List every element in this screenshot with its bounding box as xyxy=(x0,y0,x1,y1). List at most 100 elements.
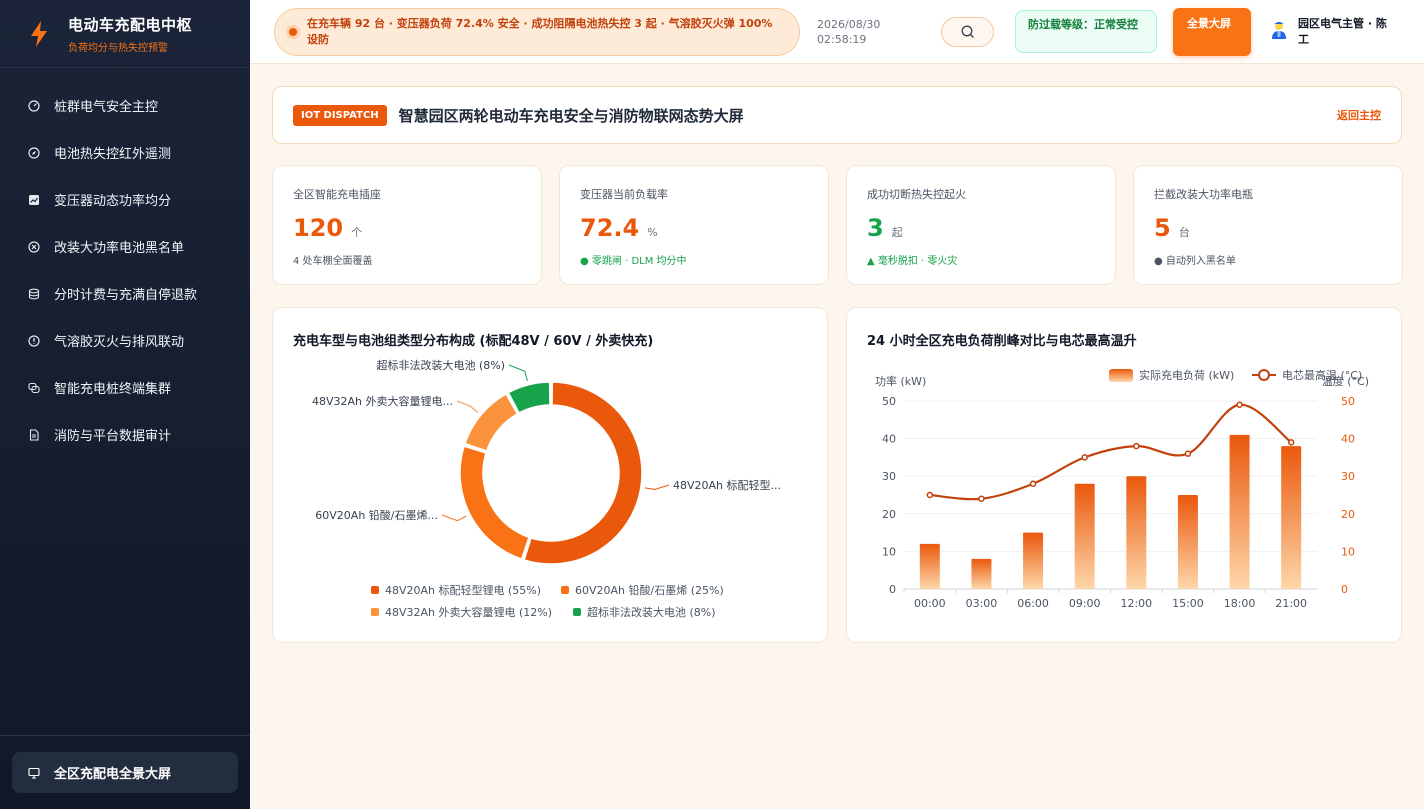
line-point xyxy=(1236,401,1243,409)
sidebar-item-power-balance[interactable]: 变压器动态功率均分 xyxy=(0,176,250,223)
y-tick-label: 50 xyxy=(882,395,896,408)
donut-slice xyxy=(523,381,643,565)
kpi-label: 全区智能充电插座 xyxy=(293,188,381,201)
y2-tick-label: 40 xyxy=(1341,433,1355,446)
y2-tick-label: 10 xyxy=(1341,545,1355,558)
legend-label: 48V20Ah 标配轻型锂电 (55%) xyxy=(385,584,542,597)
load-temperature-chart-panel: 24 小时全区充电负荷削峰对比与电芯最高温升 0 0 10 10 20 20 30 30 40 4… xyxy=(846,307,1402,643)
app-title: 电动车充配电中枢 xyxy=(68,15,193,34)
search-button[interactable] xyxy=(941,17,994,47)
sidebar-item-label: 全区充配电全景大屏 xyxy=(54,767,172,782)
legend-swatch xyxy=(561,586,569,594)
sidebar-nav: 桩群电气安全主控 电池热失控红外遥测 变压器动态功率均分 改装大功率电池黑名单 … xyxy=(0,68,250,458)
kpi-unit: % xyxy=(647,226,658,239)
y-tick-label: 10 xyxy=(882,545,896,558)
app-subtitle: 负荷均分与热失控预警 xyxy=(68,42,168,54)
legend-label: 电芯最高温 (°C) xyxy=(1282,368,1362,382)
kpi-note: ● 零跳闸 · DLM 均分中 xyxy=(580,256,687,267)
fullscreen-button[interactable]: 全景大屏 xyxy=(1173,8,1251,56)
alert-text: 在充车辆 92 台 · 变压器负荷 72.4% 安全 · 成功阻隔电池热失控 3… xyxy=(307,17,773,46)
user-profile[interactable]: 园区电气主管 · 陈工 xyxy=(1270,16,1394,48)
back-to-main-link[interactable]: 返回主控 xyxy=(1337,107,1381,123)
legend-swatch xyxy=(371,586,379,594)
alert-circle-icon xyxy=(28,334,40,347)
kpi-value: 120 xyxy=(293,214,344,242)
battery-type-chart-panel: 充电车型与电池组类型分布构成 (标配48V / 60V / 外卖快充) 48V2… xyxy=(272,307,828,643)
sidebar-item-pile-safety[interactable]: 桩群电气安全主控 xyxy=(0,82,250,129)
kpi-card-sockets: 全区智能充电插座 120 个 4 处车棚全面覆盖 xyxy=(272,165,542,285)
kpi-card-thermal-cutoff: 成功切断热失控起火 3起 ▲ 毫秒脱扣 · 零火灾 xyxy=(846,165,1116,285)
legend-item[interactable]: 60V20Ah 铅酸/石墨烯 (25%) xyxy=(561,582,724,598)
x-tick-label: 00:00 xyxy=(914,597,946,610)
sidebar-item-terminals[interactable]: 智能充电桩终端集群 xyxy=(0,364,250,411)
sidebar-item-label: 智能充电桩终端集群 xyxy=(54,382,172,397)
callout-line xyxy=(456,400,479,413)
lightning-icon xyxy=(31,20,47,47)
legend-swatch xyxy=(371,608,379,616)
sidebar-footer: 全区充配电全景大屏 xyxy=(0,735,250,809)
legend-item[interactable]: 48V32Ah 外卖大容量锂电 (12%) xyxy=(371,604,552,620)
kpi-value: 5 xyxy=(1154,214,1171,242)
compass-icon xyxy=(28,146,40,159)
sidebar-item-label: 改装大功率电池黑名单 xyxy=(54,241,185,256)
sidebar-item-overview-screen[interactable]: 全区充配电全景大屏 xyxy=(12,752,238,793)
y2-tick-label: 50 xyxy=(1341,395,1355,408)
chart-icon xyxy=(28,194,40,206)
kpi-label: 拦截改装大功率电瓶 xyxy=(1154,188,1253,201)
combo-chart: 0 010 1020 2030 3040 4050 50功率 (kW) 温度 (°C)00:0… xyxy=(875,368,1369,610)
sidebar-item-blacklist[interactable]: 改装大功率电池黑名单 xyxy=(0,223,250,270)
search-icon xyxy=(961,25,974,38)
kpi-note: ● 自动列入黑名单 xyxy=(1154,256,1236,267)
callout-line xyxy=(644,484,670,490)
y-tick-label: 0 xyxy=(889,583,896,596)
x-tick-label: 03:00 xyxy=(966,597,998,610)
kpi-card-transformer-load: 变压器当前负载率 72.4% ● 零跳闸 · DLM 均分中 xyxy=(559,165,829,285)
bar xyxy=(1281,446,1302,589)
y-tick-label: 30 xyxy=(882,470,896,483)
kpi-value: 72.4 xyxy=(580,214,640,242)
overload-status-badge: 防过载等级：正常受控 xyxy=(1015,10,1157,53)
legend-label: 60V20Ah 铅酸/石墨烯 (25%) xyxy=(575,584,724,597)
x-tick-label: 21:00 xyxy=(1275,597,1307,610)
legend-label: 实际充电负荷 (kW) xyxy=(1139,368,1234,382)
x-tick-label: 09:00 xyxy=(1069,597,1101,610)
bar xyxy=(1023,532,1044,589)
database-icon xyxy=(28,288,40,300)
line-point xyxy=(926,491,934,499)
line-point xyxy=(1287,439,1295,446)
iot-tag-badge: IOT DISPATCH xyxy=(293,104,387,126)
avatar xyxy=(1272,22,1286,39)
line-point xyxy=(1184,450,1192,457)
y-axis-title: 功率 (kW) xyxy=(875,374,926,388)
user-name: 园区电气主管 · 陈工 xyxy=(1298,17,1387,46)
legend-swatch-bar xyxy=(1109,369,1133,382)
sidebar-item-audit[interactable]: 消防与平台数据审计 xyxy=(0,411,250,458)
kpi-card-illegal-battery: 拦截改装大功率电瓶 5台 ● 自动列入黑名单 xyxy=(1133,165,1403,285)
sidebar-item-label: 消防与平台数据审计 xyxy=(54,429,172,444)
page-title-bar: IOT DISPATCH 智慧园区两轮电动车充电安全与消防物联网态势大屏 返回主… xyxy=(272,86,1402,144)
x-tick-label: 18:00 xyxy=(1224,597,1256,610)
sidebar-item-label: 变压器动态功率均分 xyxy=(54,194,172,209)
sidebar-item-label: 桩群电气安全主控 xyxy=(54,100,159,115)
y2-tick-label: 20 xyxy=(1341,508,1355,521)
donut-chart: 48V20Ah 标配轻型... 60V20Ah 铅酸/石墨烯... 48V32Ah … xyxy=(312,358,781,565)
line-point xyxy=(1081,454,1088,461)
line-point xyxy=(1133,442,1140,450)
bar xyxy=(1126,476,1147,589)
callout-label: 48V32Ah 外卖大容量锂电... xyxy=(312,394,453,408)
sidebar-item-label: 气溶胶灭火与排风联动 xyxy=(54,335,185,350)
kpi-note: 4 处车棚全面覆盖 xyxy=(293,256,373,267)
callout-line xyxy=(508,364,528,382)
sidebar-item-extinguish[interactable]: 气溶胶灭火与排风联动 xyxy=(0,317,250,364)
kpi-unit: 台 xyxy=(1178,226,1190,239)
legend-item[interactable]: 48V20Ah 标配轻型锂电 (55%) xyxy=(371,582,541,598)
legend-swatch xyxy=(573,608,581,616)
page-title: 智慧园区两轮电动车充电安全与消防物联网态势大屏 xyxy=(398,106,744,125)
legend-item[interactable]: 超标非法改装大电池 (8%) xyxy=(573,604,716,620)
kpi-note: ▲ 毫秒脱扣 · 零火灾 xyxy=(867,256,958,267)
y2-tick-label: 30 xyxy=(1341,470,1355,483)
document-icon xyxy=(28,428,40,441)
sidebar-item-thermal[interactable]: 电池热失控红外遥测 xyxy=(0,129,250,176)
legend-label: 48V32Ah 外卖大容量锂电 (12%) xyxy=(385,606,553,619)
sidebar-item-billing[interactable]: 分时计费与充满自停退款 xyxy=(0,270,250,317)
